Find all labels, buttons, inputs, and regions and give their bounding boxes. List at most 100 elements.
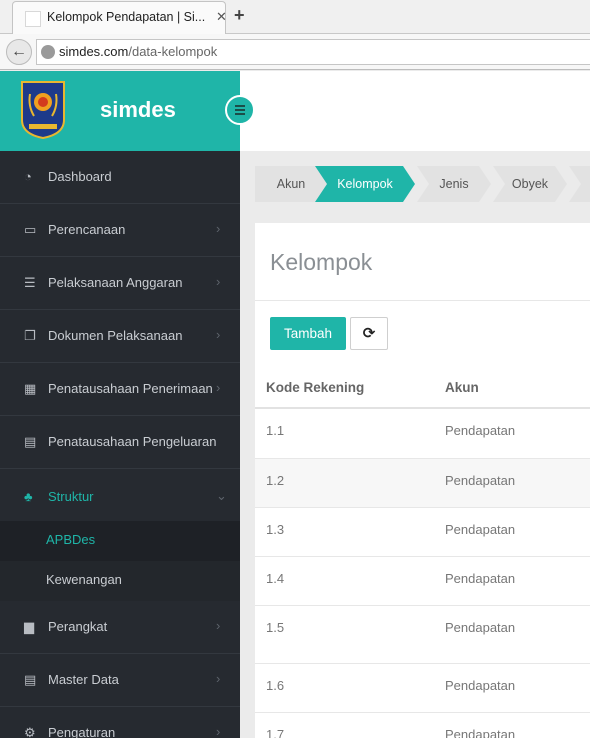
table-row[interactable]: 1.2 Pendapatan [255,459,590,508]
cell-kode-rekening: 1.4 [266,571,285,586]
breadcrumb-label: Kelompok [337,177,393,191]
sidebar-item-label: Pelaksanaan Anggaran [48,275,183,290]
chevron-down-icon: ⌄ [216,488,227,503]
sidebar-item-struktur[interactable]: ♣ Struktur ⌄ [0,471,240,524]
back-arrow-icon: ← [11,43,27,60]
sidebar-item-label: Master Data [48,672,119,687]
sidebar-item-label: Dashboard [48,169,112,184]
refresh-button[interactable]: ⟳ [350,317,388,350]
breadcrumb-next[interactable] [569,166,590,202]
globe-icon [41,45,55,59]
url-text: simdes.com/data-kelompok [59,44,217,59]
list-alt-icon: ▤ [24,434,37,449]
cell-kode-rekening: 1.2 [266,473,285,488]
sidebar: simdes ◔ Dashboard ▭ Perencanaan › ☰ Pel… [0,71,240,738]
cell-kode-rekening: 1.7 [266,727,285,738]
sidebar-item-perencanaan[interactable]: ▭ Perencanaan › [0,204,240,257]
cell-akun: Pendapatan [445,571,516,586]
breadcrumb-kelompok[interactable]: Kelompok [315,166,415,202]
sidebar-subitem-kewenangan[interactable]: Kewenangan [0,561,240,601]
breadcrumb: Akun Kelompok Jenis Obyek [255,166,590,202]
brand-name: simdes [100,97,176,122]
cell-kode-rekening: 1.1 [266,423,285,438]
breadcrumb-obyek[interactable]: Obyek [493,166,567,202]
new-tab-button[interactable]: + [234,5,245,26]
table-row[interactable]: 1.6 Pendapatan [255,664,590,713]
chevron-right-icon: › [216,221,221,236]
favicon-icon [25,11,41,27]
sidebar-item-label: Struktur [48,489,94,504]
cell-akun: Pendapatan [445,522,516,537]
table-row[interactable]: 1.5 Pendapatan [255,606,590,664]
sidebar-item-dashboard[interactable]: ◔ Dashboard [0,151,240,204]
sidebar-item-master-data[interactable]: ▤ Master Data › [0,654,240,707]
sidebar-item-label: Penatausahaan Pengeluaran [48,434,217,449]
chevron-right-icon: › [216,724,221,738]
column-header-kode-rekening[interactable]: Kode Rekening [266,380,364,395]
app: simdes ◔ Dashboard ▭ Perencanaan › ☰ Pel… [0,71,590,738]
sidebar-item-perangkat[interactable]: ▆ Perangkat › [0,601,240,654]
sidebar-item-label: Perangkat [48,619,108,634]
sitemap-icon: ♣ [24,489,33,504]
chevron-right-icon: › [216,380,221,395]
table-icon: ▦ [24,381,37,396]
kelompok-panel: Kelompok Tambah ⟳ Kode Rekening Akun 1.1… [255,223,590,738]
dashboard-icon: ◔ [24,169,32,184]
cell-kode-rekening: 1.6 [266,678,285,693]
logo-emblem [21,81,65,140]
main-content: Akun Kelompok Jenis Obyek Kelompok Tamba… [240,151,590,738]
add-button[interactable]: Tambah [270,317,346,350]
chevron-right-icon: › [216,274,221,289]
tab-close-icon[interactable]: ✕ [216,9,227,25]
url-path: /data-kelompok [128,44,218,59]
briefcase-icon: ▆ [24,619,34,634]
sidebar-subitem-label: Kewenangan [46,572,122,587]
tab-title: Kelompok Pendapatan | Si... [47,10,206,24]
breadcrumb-label: Jenis [439,177,469,191]
sidebar-item-penatausahaan-pengeluaran[interactable]: ▤ Penatausahaan Pengeluaran [0,416,240,469]
browser-tab-bar: Kelompok Pendapatan | Si... ✕ + [0,0,590,34]
credit-card-icon: ▭ [24,222,37,237]
browser-tab[interactable]: Kelompok Pendapatan | Si... ✕ [12,1,227,34]
cell-kode-rekening: 1.3 [266,522,285,537]
refresh-icon: ⟳ [362,325,376,342]
cell-akun: Pendapatan [445,620,516,635]
table-row[interactable]: 1.3 Pendapatan [255,508,590,557]
brand-header: simdes [0,71,240,151]
list-alt-icon: ▤ [24,672,37,687]
sidebar-item-label: Pengaturan [48,725,116,738]
back-button[interactable]: ← [6,39,32,65]
chevron-right-icon: › [216,327,221,342]
list-icon: ☰ [24,275,36,290]
sidebar-item-pengaturan[interactable]: ⚙ Pengaturan › [0,707,240,738]
top-bar [225,71,590,151]
sidebar-item-label: Perencanaan [48,222,126,237]
sidebar-item-label: Dokumen Pelaksanaan [48,328,183,343]
breadcrumb-label: Akun [276,177,306,191]
cell-kode-rekening: 1.5 [266,620,285,635]
table-row[interactable]: 1.1 Pendapatan [255,409,590,459]
cell-akun: Pendapatan [445,473,516,488]
breadcrumb-label: Obyek [511,177,549,191]
breadcrumb-jenis[interactable]: Jenis [417,166,491,202]
sidebar-subitem-apbdes[interactable]: APBDes [0,521,240,561]
sidebar-subitem-label: APBDes [46,532,96,547]
cell-akun: Pendapatan [445,678,516,693]
page-title: Kelompok [270,249,373,275]
chevron-right-icon: › [216,618,221,633]
table-row[interactable]: 1.4 Pendapatan [255,557,590,606]
sidebar-item-pelaksanaan-anggaran[interactable]: ☰ Pelaksanaan Anggaran › [0,257,240,310]
gear-icon: ⚙ [24,725,36,738]
url-field[interactable]: simdes.com/data-kelompok [36,39,590,65]
cell-akun: Pendapatan [445,423,516,438]
table-row[interactable]: 1.7 Pendapatan [255,713,590,738]
sidebar-item-dokumen-pelaksanaan[interactable]: ❐ Dokumen Pelaksanaan › [0,310,240,363]
sidebar-item-label: Penatausahaan Penerimaan [48,381,213,396]
breadcrumb-akun[interactable]: Akun [255,166,327,202]
sidebar-item-penatausahaan-penerimaan[interactable]: ▦ Penatausahaan Penerimaan › [0,363,240,416]
column-header-akun[interactable]: Akun [445,380,479,395]
cell-akun: Pendapatan [445,727,516,738]
chevron-right-icon: › [216,671,221,686]
copy-icon: ❐ [24,328,36,343]
sidebar-toggle-button[interactable] [225,95,255,125]
